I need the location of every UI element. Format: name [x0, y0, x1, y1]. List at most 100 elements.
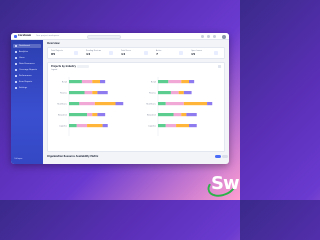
sidebar-item-label: Settings: [19, 86, 28, 89]
bar-segment[interactable]: [84, 91, 93, 95]
analytics-icon: [15, 51, 17, 53]
avatar[interactable]: [222, 34, 226, 39]
category-label: Retail: [62, 80, 68, 83]
bar-segment[interactable]: [69, 80, 82, 84]
bar-segment[interactable]: [102, 124, 108, 128]
bar-segment[interactable]: [92, 91, 98, 95]
error-icon: [15, 81, 17, 83]
sidebar-item-performance[interactable]: Performance: [13, 74, 41, 78]
bar-segment[interactable]: [92, 113, 98, 117]
app-subtitle: Your project workspace: [36, 34, 60, 37]
sidebar-item-label: Users: [19, 56, 25, 59]
settings-icon[interactable]: [207, 35, 210, 38]
sidebar-item-analytics[interactable]: Analytics: [13, 50, 41, 54]
watermark-text: Sw: [211, 173, 240, 194]
stat-active: Active 7: [156, 50, 162, 57]
stat-value: 85: [51, 52, 56, 57]
search-input[interactable]: [87, 34, 121, 39]
bar-segment[interactable]: [87, 113, 93, 117]
bar-segment[interactable]: [189, 124, 197, 128]
overview-title: Overview: [47, 42, 60, 45]
view-toggle[interactable]: [222, 154, 228, 158]
bar-segment[interactable]: [165, 102, 184, 106]
bar-segment[interactable]: [69, 124, 77, 128]
bar-segment[interactable]: [158, 80, 169, 84]
bar-segment[interactable]: [189, 80, 195, 84]
performance-icon: [15, 75, 17, 77]
issues-icon: [214, 51, 218, 55]
stat-label: Total Users: [121, 49, 131, 52]
dashboard-icon: [15, 45, 17, 47]
bar-segment[interactable]: [92, 80, 100, 84]
stat-label: Open Issues: [191, 49, 202, 52]
users-icon: [15, 57, 17, 59]
category-label: Education: [58, 113, 67, 116]
bar-segment[interactable]: [79, 102, 95, 106]
stat-value: 7: [156, 52, 159, 57]
gear-icon: [15, 87, 17, 89]
sidebar: Dashboard Analytics Users Data Resources…: [11, 40, 43, 164]
bar-segment[interactable]: [76, 124, 88, 128]
bottom-section-title: Organization Resource Availability Matri…: [47, 155, 99, 158]
sidebar-item-label: Dashboard: [19, 44, 30, 47]
bar-segment[interactable]: [165, 124, 177, 128]
report-icon: [15, 69, 17, 71]
bar-segment[interactable]: [173, 113, 182, 117]
bar-segment[interactable]: [81, 80, 93, 84]
sidebar-item-data-resources[interactable]: Data Resources: [13, 62, 41, 66]
bar-segment[interactable]: [168, 80, 182, 84]
sidebar-item-settings[interactable]: Settings: [13, 86, 41, 90]
bar-segment[interactable]: [97, 91, 108, 95]
reviews-icon: [109, 51, 113, 55]
bar-segment[interactable]: [87, 124, 103, 128]
category-label: Finance: [149, 92, 157, 94]
bar-segment[interactable]: [94, 102, 116, 106]
stat-pending-reviews: Pending Reviews 14: [86, 50, 101, 57]
stat-open-issues: Open Issues 15: [191, 50, 202, 57]
bar-segment[interactable]: [207, 102, 213, 106]
bar-segment[interactable]: [186, 113, 197, 117]
projects-icon: [74, 51, 78, 55]
sidebar-item-label: Analytics: [19, 50, 29, 53]
sidebar-item-label: Error Reports: [19, 80, 33, 83]
category-label: Logistics: [59, 124, 67, 127]
sidebar-item-label: Data Resources: [19, 62, 35, 65]
collapse-button[interactable]: Collapse: [14, 158, 23, 160]
category-label: Retail: [151, 80, 157, 83]
bar-segment[interactable]: [115, 102, 124, 106]
bar-segment[interactable]: [170, 91, 179, 95]
active-icon: [179, 51, 183, 55]
category-label: Education: [147, 113, 156, 116]
sidebar-item-users[interactable]: Users: [13, 56, 41, 60]
bar-segment[interactable]: [158, 91, 171, 95]
bar-segment[interactable]: [178, 91, 184, 95]
bar-segment[interactable]: [158, 113, 174, 117]
sidebar-item-error-reports[interactable]: Error Reports: [13, 80, 41, 84]
app-window: Coreteam Your project workspace Dashboar…: [11, 33, 229, 164]
bar-segment[interactable]: [97, 113, 106, 117]
bar-segment[interactable]: [181, 113, 187, 117]
bar-segment[interactable]: [100, 80, 106, 84]
sidebar-item-label: Performance: [19, 74, 32, 77]
help-icon[interactable]: [213, 35, 216, 38]
notification-icon[interactable]: [201, 35, 204, 38]
sidebar-item-dashboard[interactable]: Dashboard: [13, 44, 41, 48]
bar-segment[interactable]: [176, 124, 189, 128]
bar-segment[interactable]: [183, 102, 208, 106]
bar-segment[interactable]: [69, 102, 80, 106]
bar-segment[interactable]: [69, 113, 88, 117]
sidebar-item-coverage-reports[interactable]: Coverage Reports: [13, 68, 41, 72]
stat-total-projects: Total Projects 85: [51, 50, 63, 57]
category-label: Healthcare: [146, 102, 157, 105]
category-label: Finance: [60, 92, 68, 94]
view-toggle-active[interactable]: [215, 154, 221, 158]
bar-segment[interactable]: [158, 124, 166, 128]
bar-segment[interactable]: [158, 102, 166, 106]
sidebar-item-label: Coverage Reports: [19, 68, 37, 71]
bar-segment[interactable]: [181, 80, 189, 84]
bar-segment[interactable]: [183, 91, 192, 95]
chart-card: Projects by Industry Legend Retail Financ…: [47, 62, 225, 152]
bar-segment[interactable]: [69, 91, 85, 95]
stats-card: Total Projects 85 Pending Reviews 14 Tot…: [47, 47, 225, 59]
category-label: Logistics: [148, 124, 156, 127]
